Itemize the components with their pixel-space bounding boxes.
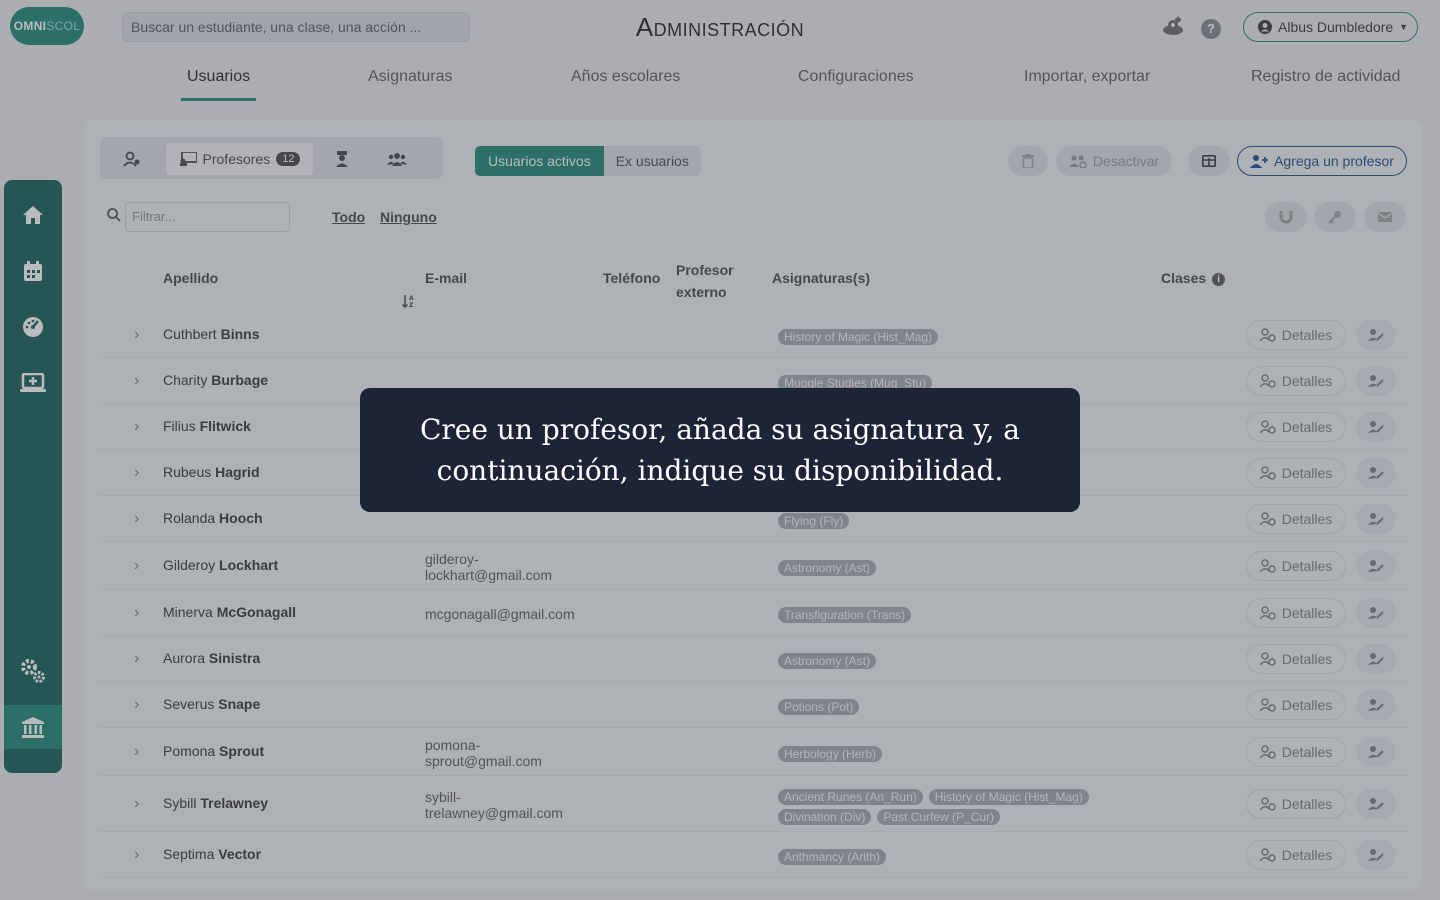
onboarding-tooltip: Cree un profesor, añada su asignatura y,… <box>360 388 1080 512</box>
tooltip-text: Cree un profesor, añada su asignatura y,… <box>419 413 1021 487</box>
